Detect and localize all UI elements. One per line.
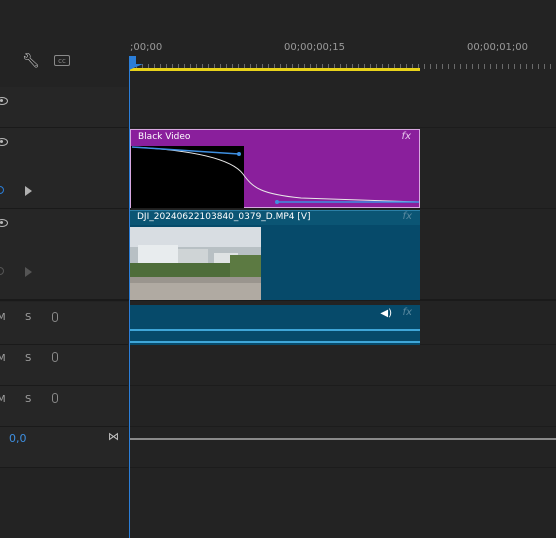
clip-dji-video[interactable]: DJI_20240622103840_0379_D.MP4 [V] fx: [130, 210, 420, 300]
ruler-tick: [484, 64, 485, 69]
timecode-label: 00;00;01;00: [467, 42, 529, 53]
playhead-marker: [129, 64, 143, 70]
track-lane-a3[interactable]: [130, 386, 556, 427]
track-header-a1: M S: [0, 302, 128, 345]
microphone-icon[interactable]: [52, 352, 58, 362]
track-lane-a2[interactable]: [130, 345, 556, 386]
eye-icon[interactable]: [0, 97, 8, 105]
mute-button[interactable]: M: [0, 353, 6, 364]
ruler-tick: [538, 64, 539, 69]
ruler-tick: [520, 64, 521, 69]
ruler-tick: [544, 64, 545, 69]
master-volume-line[interactable]: [130, 438, 556, 440]
eye-icon[interactable]: [0, 138, 8, 146]
clip-title-bar: DJI_20240622103840_0379_D.MP4 [V] fx: [130, 210, 420, 225]
track-header-v3: [0, 87, 128, 128]
solo-button[interactable]: S: [25, 312, 31, 323]
master-bowtie-icon[interactable]: ⋈: [108, 430, 119, 443]
mute-button[interactable]: M: [0, 394, 6, 405]
timecode-label: 00;00;00;15: [284, 42, 346, 53]
track-lane-v3[interactable]: [130, 87, 556, 128]
fx-badge[interactable]: fx: [403, 211, 412, 222]
microphone-icon[interactable]: [52, 393, 58, 403]
ruler-tick: [550, 64, 551, 69]
clip-black-video[interactable]: Black Video fx: [130, 129, 420, 208]
ruler-tick: [508, 64, 509, 69]
wrench-icon[interactable]: 🔧︎: [22, 53, 40, 69]
ruler-tick: [532, 64, 533, 69]
fx-badge[interactable]: fx: [403, 307, 412, 318]
opacity-keyframe-curve[interactable]: [131, 130, 421, 209]
ruler-tick: [526, 64, 527, 69]
track-header-v1: [0, 209, 128, 300]
track-header-v2: [0, 128, 128, 209]
ruler-tick: [460, 64, 461, 69]
solo-button[interactable]: S: [25, 394, 31, 405]
track-header-a3: M S: [0, 386, 128, 427]
ruler-tick: [490, 64, 491, 69]
mute-button[interactable]: M: [0, 312, 6, 323]
track-header-a2: M S: [0, 345, 128, 386]
captions-icon[interactable]: cc: [54, 55, 70, 66]
ruler-tick: [478, 64, 479, 69]
ruler-tick: [436, 64, 437, 69]
clip-audio[interactable]: ◀) fx: [130, 305, 420, 345]
keyframe-icon[interactable]: [0, 267, 4, 275]
ruler-tick: [502, 64, 503, 69]
ruler-tick: [448, 64, 449, 69]
speaker-icon[interactable]: ◀): [380, 308, 392, 319]
ruler-tick: [424, 64, 425, 69]
audio-waveform: [130, 341, 420, 343]
clip-label: DJI_20240622103840_0379_D.MP4 [V]: [137, 212, 311, 222]
microphone-icon[interactable]: [52, 312, 58, 322]
ruler-tick: [472, 64, 473, 69]
playhead-line[interactable]: [129, 56, 130, 538]
keyframe-icon[interactable]: [0, 186, 4, 194]
ruler-tick: [496, 64, 497, 69]
ruler-tick: [442, 64, 443, 69]
ruler-tick: [454, 64, 455, 69]
audio-waveform: [130, 329, 420, 331]
master-volume-value[interactable]: 0,0: [9, 432, 27, 445]
clip-thumbnail: [130, 227, 261, 300]
ruler-tick: [514, 64, 515, 69]
ruler-tick: [466, 64, 467, 69]
play-icon[interactable]: [25, 186, 32, 196]
time-ruler[interactable]: ;00;00 00;00;00;15 00;00;01;00: [130, 0, 556, 75]
play-icon[interactable]: [25, 267, 32, 277]
eye-icon[interactable]: [0, 219, 8, 227]
ruler-tick: [430, 64, 431, 69]
track-lane-master[interactable]: [130, 427, 556, 468]
timecode-label: ;00;00: [130, 42, 163, 53]
solo-button[interactable]: S: [25, 353, 31, 364]
work-area-bar[interactable]: [130, 68, 420, 71]
